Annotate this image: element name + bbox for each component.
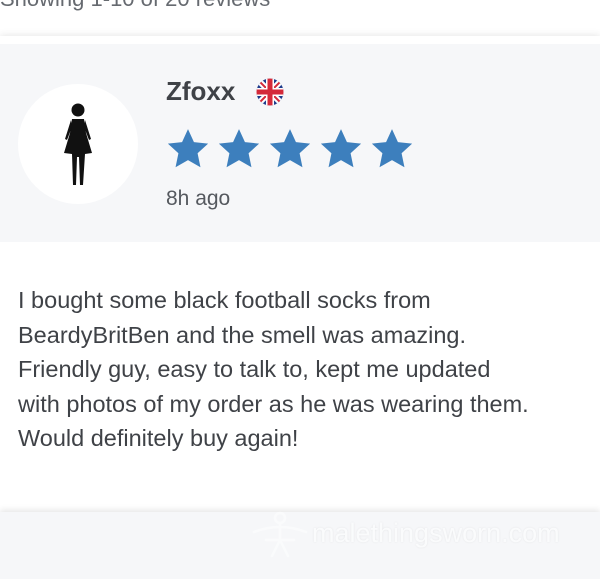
avatar[interactable] [18,84,138,204]
star-icon [320,129,362,168]
review-card: Zfoxx 8h ago I bought some black footbal… [0,36,600,512]
star-rating [165,126,415,174]
star-icon [371,129,413,168]
review-time: 8h ago [166,187,231,210]
reviews-page: Showing 1-10 of 20 reviews Zfoxx [0,0,600,579]
uk-flag-icon [256,78,284,106]
next-review-card [0,512,600,579]
star-icon [269,129,311,168]
results-count: Showing 1-10 of 20 reviews [0,0,270,12]
star-icon [218,129,260,168]
review-text: I bought some black football socks from … [18,287,529,451]
review-header: Zfoxx 8h ago [0,44,600,242]
person-icon [64,103,92,185]
star-icon [167,129,209,168]
reviewer-name[interactable]: Zfoxx [166,78,235,104]
